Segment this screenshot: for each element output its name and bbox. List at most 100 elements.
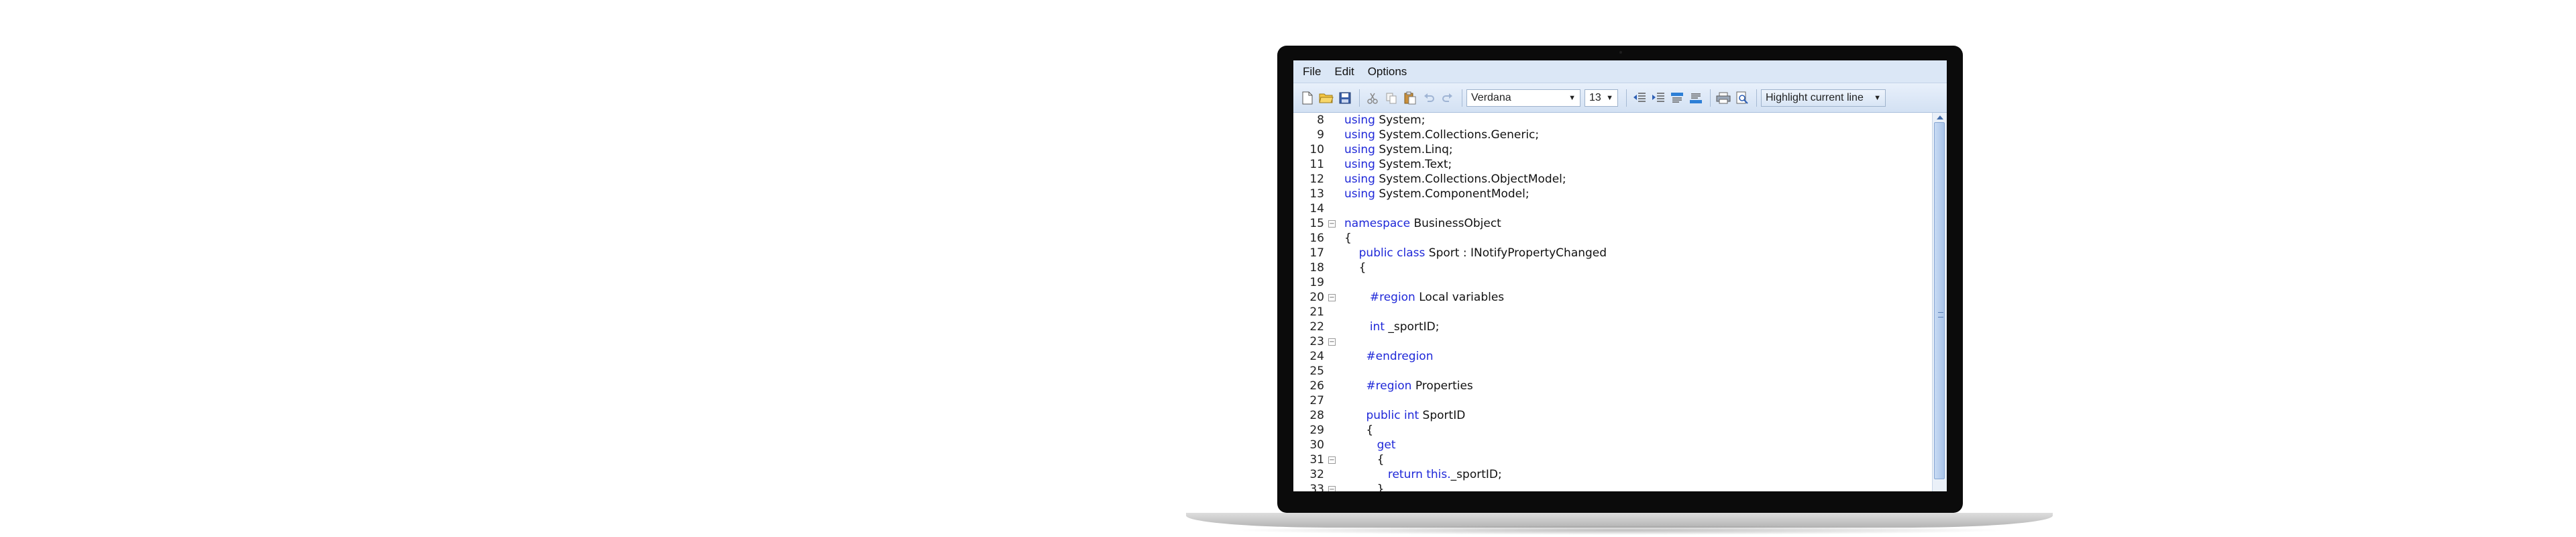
code-line[interactable]: 28 public int SportID — [1293, 408, 1932, 423]
line-number: 22 — [1309, 320, 1324, 334]
code-line[interactable]: 8 using System; — [1293, 113, 1932, 128]
print-preview-icon[interactable] — [1733, 89, 1751, 107]
keyword-token: using — [1344, 113, 1375, 127]
code-line[interactable]: 30 get — [1293, 438, 1932, 452]
highlight-mode-value: Highlight current line — [1766, 91, 1864, 103]
code-text: { — [1344, 424, 1374, 437]
keyword-token: return this. — [1387, 468, 1451, 481]
line-number: 30 — [1309, 438, 1324, 452]
code-text: namespace BusinessObject — [1344, 217, 1501, 230]
code-line[interactable]: 32 return this._sportID; — [1293, 467, 1932, 482]
code-line[interactable]: 24 #endregion — [1293, 349, 1932, 364]
collapse-icon[interactable]: − — [1328, 338, 1336, 346]
line-number: 13 — [1309, 187, 1324, 201]
code-text: #region Local variables — [1369, 291, 1505, 304]
code-text: using System.Text; — [1344, 158, 1452, 171]
code-line[interactable]: 20− #region Local variables — [1293, 290, 1932, 305]
copy-icon[interactable] — [1383, 89, 1400, 107]
collapse-icon[interactable]: − — [1328, 456, 1336, 464]
vertical-scrollbar[interactable] — [1932, 113, 1947, 491]
code-text: using System.ComponentModel; — [1344, 187, 1529, 201]
code-editor[interactable]: 8 using System; 9 using System.Collections.… — [1293, 113, 1947, 491]
outdent-icon[interactable] — [1631, 89, 1648, 107]
font-family-select[interactable]: Verdana ▼ — [1466, 89, 1580, 107]
code-line[interactable]: 26 #region Properties — [1293, 379, 1932, 393]
code-line[interactable]: 9 using System.Collections.Generic; — [1293, 128, 1932, 142]
line-number: 27 — [1309, 394, 1324, 407]
code-line[interactable]: 19 — [1293, 275, 1932, 290]
code-text: #region Properties — [1366, 379, 1473, 393]
code-line[interactable]: 10 using System.Linq; — [1293, 142, 1932, 157]
code-line[interactable]: 12 using System.Collections.ObjectModel; — [1293, 172, 1932, 187]
toolbar-separator — [1710, 89, 1711, 107]
save-icon[interactable] — [1336, 89, 1354, 107]
paste-icon[interactable] — [1401, 89, 1419, 107]
code-line[interactable]: 29 { — [1293, 423, 1932, 438]
comment-icon[interactable] — [1668, 89, 1686, 107]
highlight-mode-select[interactable]: Highlight current line ▼ — [1761, 89, 1886, 107]
code-text: { — [1344, 453, 1385, 467]
keyword-token: using — [1344, 173, 1375, 186]
print-icon[interactable] — [1715, 89, 1732, 107]
keyword-token: public int — [1366, 409, 1419, 422]
code-lines: 8 using System; 9 using System.Collections.… — [1293, 113, 1932, 491]
code-line[interactable]: 17 public class Sport : INotifyPropertyC… — [1293, 246, 1932, 260]
collapse-icon[interactable]: − — [1328, 220, 1336, 228]
line-number: 32 — [1309, 468, 1324, 481]
code-text: return this._sportID; — [1387, 468, 1502, 481]
line-number: 21 — [1309, 305, 1324, 319]
line-number: 28 — [1309, 409, 1324, 422]
code-line[interactable]: 22 int _sportID; — [1293, 320, 1932, 334]
scrollbar-thumb[interactable] — [1934, 122, 1945, 479]
line-number: 29 — [1309, 424, 1324, 437]
code-line[interactable]: 21 — [1293, 305, 1932, 320]
code-line[interactable]: 11 using System.Text; — [1293, 157, 1932, 172]
line-number: 10 — [1309, 143, 1324, 156]
keyword-token: public class — [1358, 246, 1426, 260]
font-size-value: 13 — [1589, 91, 1601, 103]
toolbar-separator — [1626, 89, 1627, 107]
font-size-select[interactable]: 13 ▼ — [1585, 89, 1618, 107]
scroll-up-icon[interactable] — [1937, 115, 1943, 119]
code-line[interactable]: 14 — [1293, 201, 1932, 216]
line-number: 16 — [1309, 232, 1324, 245]
code-line[interactable]: 23− — [1293, 334, 1932, 349]
code-line[interactable]: 18 { — [1293, 260, 1932, 275]
uncomment-icon[interactable] — [1687, 89, 1705, 107]
open-folder-icon[interactable] — [1318, 89, 1335, 107]
toolbar-separator — [1756, 89, 1757, 107]
code-text: get — [1344, 438, 1396, 452]
menu-options[interactable]: Options — [1361, 60, 1414, 83]
code-text: #endregion — [1344, 349, 1433, 364]
new-file-icon[interactable] — [1299, 89, 1316, 107]
collapse-icon[interactable]: − — [1328, 486, 1336, 491]
undo-icon[interactable] — [1420, 89, 1438, 107]
code-line[interactable]: 33− } — [1293, 482, 1932, 491]
code-line[interactable]: 25 — [1293, 364, 1932, 379]
line-number: 9 — [1317, 128, 1324, 142]
code-line[interactable]: 13 using System.ComponentModel; — [1293, 187, 1932, 201]
code-text: { — [1344, 232, 1352, 245]
keyword-token: namespace — [1344, 217, 1411, 230]
code-text: using System.Collections.Generic; — [1344, 128, 1540, 142]
menu-edit[interactable]: Edit — [1328, 60, 1360, 83]
line-number: 11 — [1309, 158, 1324, 171]
editor-window: File Edit Options Verdana ▼ 13 ▼ Highlig… — [1293, 60, 1947, 491]
redo-icon[interactable] — [1439, 89, 1456, 107]
menu-file[interactable]: File — [1296, 60, 1328, 83]
code-text: using System.Linq; — [1344, 143, 1453, 156]
line-number: 20 — [1309, 291, 1324, 304]
code-text: int _sportID; — [1369, 320, 1440, 334]
code-line[interactable]: 31− { — [1293, 452, 1932, 467]
webcam — [1619, 51, 1622, 54]
laptop-shadow — [1228, 526, 2011, 535]
indent-icon[interactable] — [1650, 89, 1667, 107]
code-line[interactable]: 27 — [1293, 393, 1932, 408]
code-line[interactable]: 16 { — [1293, 231, 1932, 246]
cut-icon[interactable] — [1364, 89, 1381, 107]
chevron-down-icon: ▼ — [1568, 93, 1576, 102]
code-line[interactable]: 15− namespace BusinessObject — [1293, 216, 1932, 231]
collapse-icon[interactable]: − — [1328, 294, 1336, 301]
keyword-token: #region — [1366, 379, 1412, 393]
line-number: 24 — [1309, 350, 1324, 363]
